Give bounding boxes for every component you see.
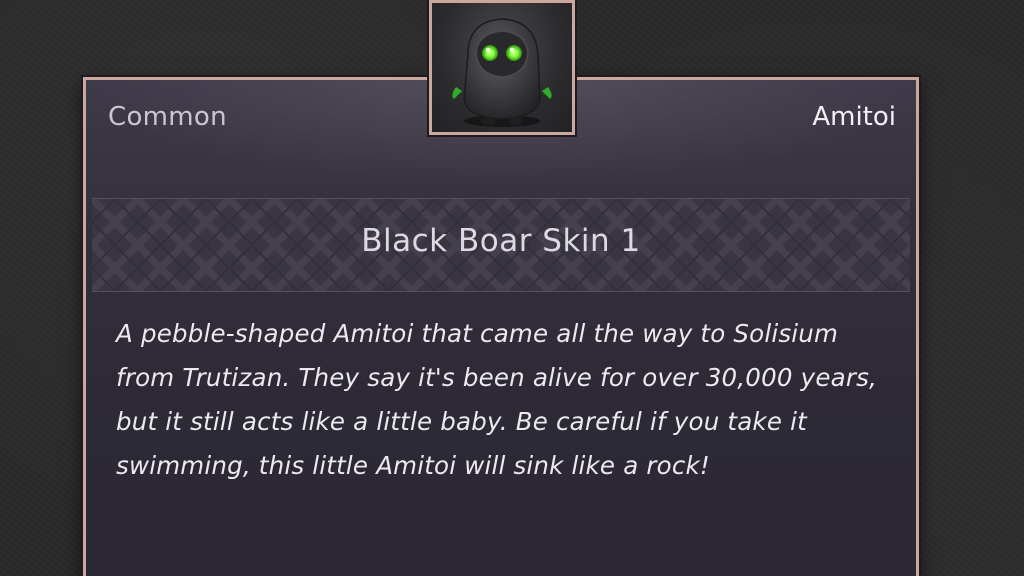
item-portrait [429, 0, 575, 135]
amitoi-pebble-creature-icon [452, 18, 552, 127]
item-name: Black Boar Skin 1 [361, 223, 641, 259]
item-category-label: Amitoi [812, 102, 896, 132]
item-title-band: Black Boar Skin 1 [92, 198, 910, 292]
item-rarity-label: Common [108, 102, 227, 132]
item-description: A pebble-shaped Amitoi that came all the… [116, 319, 878, 480]
item-tooltip-card: Common Amitoi Black Boar Skin 1 A pebble… [83, 77, 919, 576]
